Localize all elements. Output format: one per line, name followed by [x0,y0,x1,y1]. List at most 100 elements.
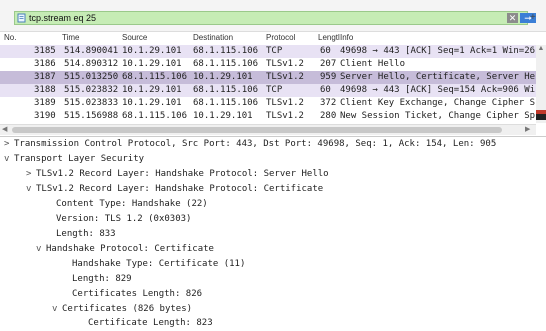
packet-row[interactable]: 3186 514.890312 10.1.29.101 68.1.115.106… [0,58,546,71]
packet-length: 959 [320,72,337,82]
detail-field[interactable]: Length: 833 [46,227,116,242]
packet-no: 3188 [34,85,56,95]
filter-text: tcp.stream eq 25 [29,13,97,23]
packet-destination: 68.1.115.106 [193,46,259,56]
detail-text: Version: TLS 1.2 (0x0303) [56,214,192,224]
detail-field[interactable]: Certificate Length: 823 [78,316,213,331]
detail-text: Handshake Type: Certificate (11) [72,259,246,269]
packet-destination: 10.1.29.101 [193,72,253,82]
detail-field[interactable]: Certificates Length: 826 [62,287,202,302]
packet-length: 60 [320,46,331,56]
detail-text: Certificate Length: 823 [88,318,213,328]
add-expression-button[interactable]: + [530,11,536,24]
display-filter-toolbar: tcp.stream eq 25 ✕ ➞ + [0,0,546,32]
detail-tree-item[interactable]: v Handshake Protocol: Certificate [36,242,214,257]
packet-time: 514.890312 [64,59,119,69]
expand-chevron-icon[interactable]: > [26,167,36,182]
packet-protocol: TLSv1.2 [266,98,304,108]
column-header-source[interactable]: Source [122,31,147,45]
packet-length: 372 [320,98,337,108]
packet-source: 10.1.29.101 [122,98,182,108]
packet-length: 280 [320,111,337,121]
packet-no: 3190 [34,111,56,121]
detail-tree-item[interactable]: v TLSv1.2 Record Layer: Handshake Protoco… [26,182,323,197]
column-header-info[interactable]: Info [340,31,353,45]
detail-tree-item[interactable]: > Transmission Control Protocol, Src Port… [4,137,496,152]
collapse-chevron-icon[interactable]: v [52,302,62,317]
packet-protocol: TCP [266,85,283,95]
bookmark-icon[interactable] [17,13,26,23]
packet-source: 10.1.29.101 [122,59,182,69]
packet-time: 514.890041 [64,46,119,56]
column-header-length[interactable]: Lengtl [318,31,340,45]
packet-info: Client Key Exchange, Change Cipher S [340,98,536,108]
detail-text: Length: 829 [72,274,132,284]
detail-text: Length: 833 [56,229,116,239]
detail-text: Transport Layer Security [14,154,145,164]
minimap-marker [536,114,546,120]
packet-info: New Session Ticket, Change Cipher Sp [340,111,536,121]
packet-row[interactable]: 3185 514.890041 10.1.29.101 68.1.115.106… [0,45,546,58]
packet-row[interactable]: 3190 515.156988 68.1.115.106 10.1.29.101… [0,110,546,123]
packet-length: 207 [320,59,337,69]
packet-source: 68.1.115.106 [122,111,188,121]
packet-row[interactable]: 3188 515.023832 10.1.29.101 68.1.115.106… [0,84,546,97]
packet-no: 3185 [34,46,56,56]
packet-protocol: TLSv1.2 [266,72,304,82]
scroll-up-icon[interactable]: ▲ [536,45,546,55]
packet-time: 515.023832 [64,85,119,95]
packet-no: 3186 [34,59,56,69]
detail-text: Content Type: Handshake (22) [56,199,208,209]
detail-tree-item[interactable]: > TLSv1.2 Record Layer: Handshake Protoco… [26,167,329,182]
detail-tree-item[interactable]: v Certificates (826 bytes) [52,302,192,317]
expand-chevron-icon[interactable]: > [4,137,14,152]
packet-source: 10.1.29.101 [122,46,182,56]
detail-field[interactable]: Version: TLS 1.2 (0x0303) [46,212,191,227]
detail-field[interactable]: Content Type: Handshake (22) [46,197,208,212]
packet-no: 3187 [34,72,56,82]
column-header-time[interactable]: Time [62,31,79,45]
packet-source: 10.1.29.101 [122,85,182,95]
packet-info: 49698 → 443 [ACK] Seq=154 Ack=906 Wi [340,85,536,95]
detail-text: TLSv1.2 Record Layer: Handshake Protocol… [36,169,329,179]
packet-protocol: TLSv1.2 [266,111,304,121]
packet-details-pane: > Transmission Control Protocol, Src Port… [0,136,546,328]
packet-row-selected[interactable]: 3187 515.013250 68.1.115.106 10.1.29.101… [0,71,546,84]
packet-time: 515.013250 [64,72,119,82]
packet-source: 68.1.115.106 [122,72,188,82]
packet-destination: 10.1.29.101 [193,111,253,121]
detail-text: TLSv1.2 Record Layer: Handshake Protocol… [36,184,324,194]
packet-protocol: TLSv1.2 [266,59,304,69]
packet-length: 60 [320,85,331,95]
scroll-right-icon[interactable]: ▶ [525,125,530,135]
detail-tree-item[interactable]: v Transport Layer Security [4,152,144,167]
collapse-chevron-icon[interactable]: v [26,182,36,197]
packet-list-header: No. Time Source Destination Protocol Len… [0,31,546,45]
detail-text: Certificates (826 bytes) [62,304,193,314]
packet-destination: 68.1.115.106 [193,85,259,95]
detail-text: Transmission Control Protocol, Src Port:… [14,139,497,149]
packet-info: Server Hello, Certificate, Server He [340,72,536,82]
scroll-left-icon[interactable]: ◀ [2,125,7,135]
detail-text: Certificates Length: 826 [72,289,203,299]
packet-list-horizontal-scrollbar[interactable]: ◀ ▶ [0,124,536,135]
packet-info: 49698 → 443 [ACK] Seq=1 Ack=1 Win=26 [340,46,536,56]
packet-no: 3189 [34,98,56,108]
packet-info: Client Hello [340,59,406,69]
collapse-chevron-icon[interactable]: v [4,152,14,167]
display-filter-input[interactable]: tcp.stream eq 25 ✕ ➞ [14,11,536,25]
packet-destination: 68.1.115.106 [193,59,259,69]
scrollbar-thumb[interactable] [12,127,502,133]
packet-time: 515.156988 [64,111,119,121]
column-header-no[interactable]: No. [4,31,16,45]
collapse-chevron-icon[interactable]: v [36,242,46,257]
packet-row[interactable]: 3189 515.023833 10.1.29.101 68.1.115.106… [0,97,546,110]
clear-filter-icon[interactable]: ✕ [507,13,518,23]
column-header-protocol[interactable]: Protocol [266,31,295,45]
detail-field[interactable]: Handshake Type: Certificate (11) [62,257,245,272]
column-header-destination[interactable]: Destination [193,31,233,45]
detail-field[interactable]: Length: 829 [62,272,132,287]
packet-destination: 68.1.115.106 [193,98,259,108]
packet-time: 515.023833 [64,98,119,108]
detail-text: Handshake Protocol: Certificate [46,244,214,254]
